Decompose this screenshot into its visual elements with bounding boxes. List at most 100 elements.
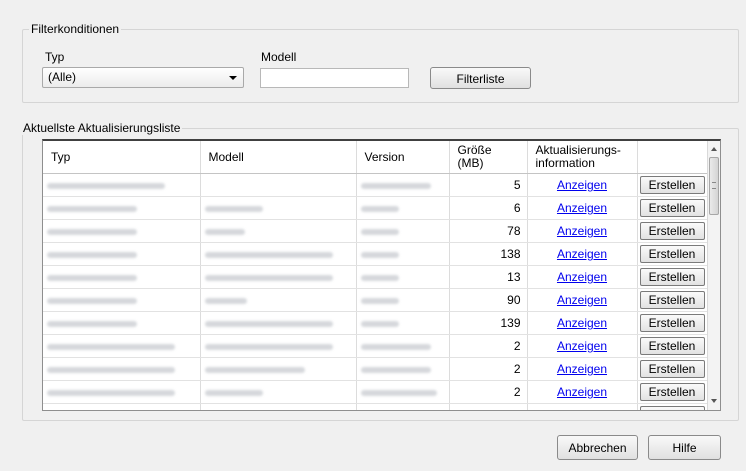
show-info-link[interactable]: Anzeigen	[557, 339, 607, 353]
modell-cell	[200, 242, 357, 266]
typ-cell	[43, 173, 201, 197]
show-info-link[interactable]: Anzeigen	[557, 178, 607, 192]
table-row[interactable]: 2 Anzeigen Erstellen	[43, 357, 708, 381]
create-button[interactable]: Erstellen	[639, 245, 705, 263]
table-row[interactable]: 139 Anzeigen Erstellen	[43, 311, 708, 335]
action-cell: Erstellen	[637, 242, 708, 266]
size-cell: 139	[449, 311, 528, 335]
table-row[interactable]: 5 Anzeigen Erstellen	[43, 173, 708, 197]
typ-cell	[43, 196, 201, 220]
modell-cell	[200, 173, 357, 197]
type-select-value: (Alle)	[48, 70, 77, 84]
create-button[interactable]: Erstellen	[639, 268, 705, 286]
update-table-container: Typ Modell Version Größe (MB) Aktualisie…	[42, 139, 721, 411]
scroll-up-icon[interactable]	[711, 147, 717, 151]
redacted-text	[47, 389, 175, 396]
create-button[interactable]: Erstellen	[639, 406, 705, 410]
create-button[interactable]: Erstellen	[639, 291, 705, 309]
table-row[interactable]: 13 Anzeigen Erstellen	[43, 265, 708, 289]
column-header-modell[interactable]: Modell	[200, 141, 357, 174]
version-cell	[356, 334, 450, 358]
info-cell: Anzeigen	[527, 219, 638, 243]
redacted-text	[204, 274, 333, 281]
redacted-text	[360, 274, 399, 281]
create-button[interactable]: Erstellen	[639, 360, 705, 378]
show-info-link[interactable]: Anzeigen	[557, 201, 607, 215]
create-button[interactable]: Erstellen	[639, 314, 705, 332]
typ-cell	[43, 265, 201, 289]
show-info-link[interactable]: Anzeigen	[557, 316, 607, 330]
column-header-size[interactable]: Größe (MB)	[449, 141, 528, 174]
info-cell: Anzeigen	[527, 265, 638, 289]
show-info-link[interactable]: Anzeigen	[557, 270, 607, 284]
redacted-text	[204, 297, 247, 304]
info-cell: Anzeigen	[527, 403, 638, 410]
version-cell	[356, 380, 450, 404]
show-info-link[interactable]: Anzeigen	[557, 385, 607, 399]
scroll-down-icon[interactable]	[711, 399, 717, 403]
table-row[interactable]: 2 Anzeigen Erstellen	[43, 334, 708, 358]
redacted-text	[47, 297, 137, 304]
typ-cell	[43, 219, 201, 243]
action-cell: Erstellen	[637, 219, 708, 243]
help-button[interactable]: Hilfe	[648, 435, 721, 460]
modell-cell	[200, 196, 357, 220]
redacted-text	[47, 366, 175, 373]
scroll-thumb[interactable]	[709, 157, 719, 215]
version-cell	[356, 173, 450, 197]
typ-cell	[43, 288, 201, 312]
info-cell: Anzeigen	[527, 334, 638, 358]
table-row[interactable]: 90 Anzeigen Erstellen	[43, 288, 708, 312]
column-header-info[interactable]: Aktualisierungs- information	[527, 141, 638, 174]
show-info-link[interactable]: Anzeigen	[557, 408, 607, 410]
column-header-version[interactable]: Version	[356, 141, 450, 174]
modell-cell	[200, 357, 357, 381]
create-button[interactable]: Erstellen	[639, 199, 705, 217]
create-button[interactable]: Erstellen	[639, 176, 705, 194]
action-cell: Erstellen	[637, 173, 708, 197]
modell-cell	[200, 219, 357, 243]
model-label: Modell	[261, 50, 297, 64]
action-cell: Erstellen	[637, 265, 708, 289]
version-cell	[356, 288, 450, 312]
show-info-link[interactable]: Anzeigen	[557, 247, 607, 261]
action-cell: Erstellen	[637, 334, 708, 358]
info-cell: Anzeigen	[527, 173, 638, 197]
show-info-link[interactable]: Anzeigen	[557, 362, 607, 376]
table-row[interactable]: 78 Anzeigen Erstellen	[43, 219, 708, 243]
type-select[interactable]: (Alle)	[42, 67, 244, 88]
table-row[interactable]: 2 Anzeigen Erstellen	[43, 380, 708, 404]
info-cell: Anzeigen	[527, 196, 638, 220]
create-button[interactable]: Erstellen	[639, 383, 705, 401]
create-button[interactable]: Erstellen	[639, 222, 705, 240]
modell-cell	[200, 380, 357, 404]
size-cell: 78	[449, 219, 528, 243]
typ-cell	[43, 380, 201, 404]
filter-list-button[interactable]: Filterliste	[430, 67, 531, 89]
show-info-link[interactable]: Anzeigen	[557, 293, 607, 307]
create-button[interactable]: Erstellen	[639, 337, 705, 355]
table-row[interactable]: 138 Anzeigen Erstellen	[43, 242, 708, 266]
table-row[interactable]: 6 Anzeigen Erstellen	[43, 196, 708, 220]
version-cell	[356, 242, 450, 266]
info-cell: Anzeigen	[527, 357, 638, 381]
redacted-text	[360, 366, 431, 373]
redacted-text	[360, 343, 431, 350]
redacted-text	[47, 274, 137, 281]
show-info-link[interactable]: Anzeigen	[557, 224, 607, 238]
redacted-text	[360, 297, 399, 304]
redacted-text	[360, 205, 399, 212]
table-scrollbar[interactable]	[707, 141, 720, 410]
modell-cell	[200, 403, 357, 410]
action-cell: Erstellen	[637, 196, 708, 220]
table-row[interactable]: 2 Anzeigen Erstellen	[43, 403, 708, 410]
redacted-text	[204, 251, 333, 258]
redacted-text	[360, 251, 399, 258]
size-cell: 2	[449, 403, 528, 410]
action-cell: Erstellen	[637, 357, 708, 381]
column-header-typ[interactable]: Typ	[43, 141, 201, 174]
version-cell	[356, 196, 450, 220]
cancel-button[interactable]: Abbrechen	[557, 435, 638, 460]
model-input[interactable]	[260, 68, 409, 88]
redacted-text	[47, 320, 137, 327]
